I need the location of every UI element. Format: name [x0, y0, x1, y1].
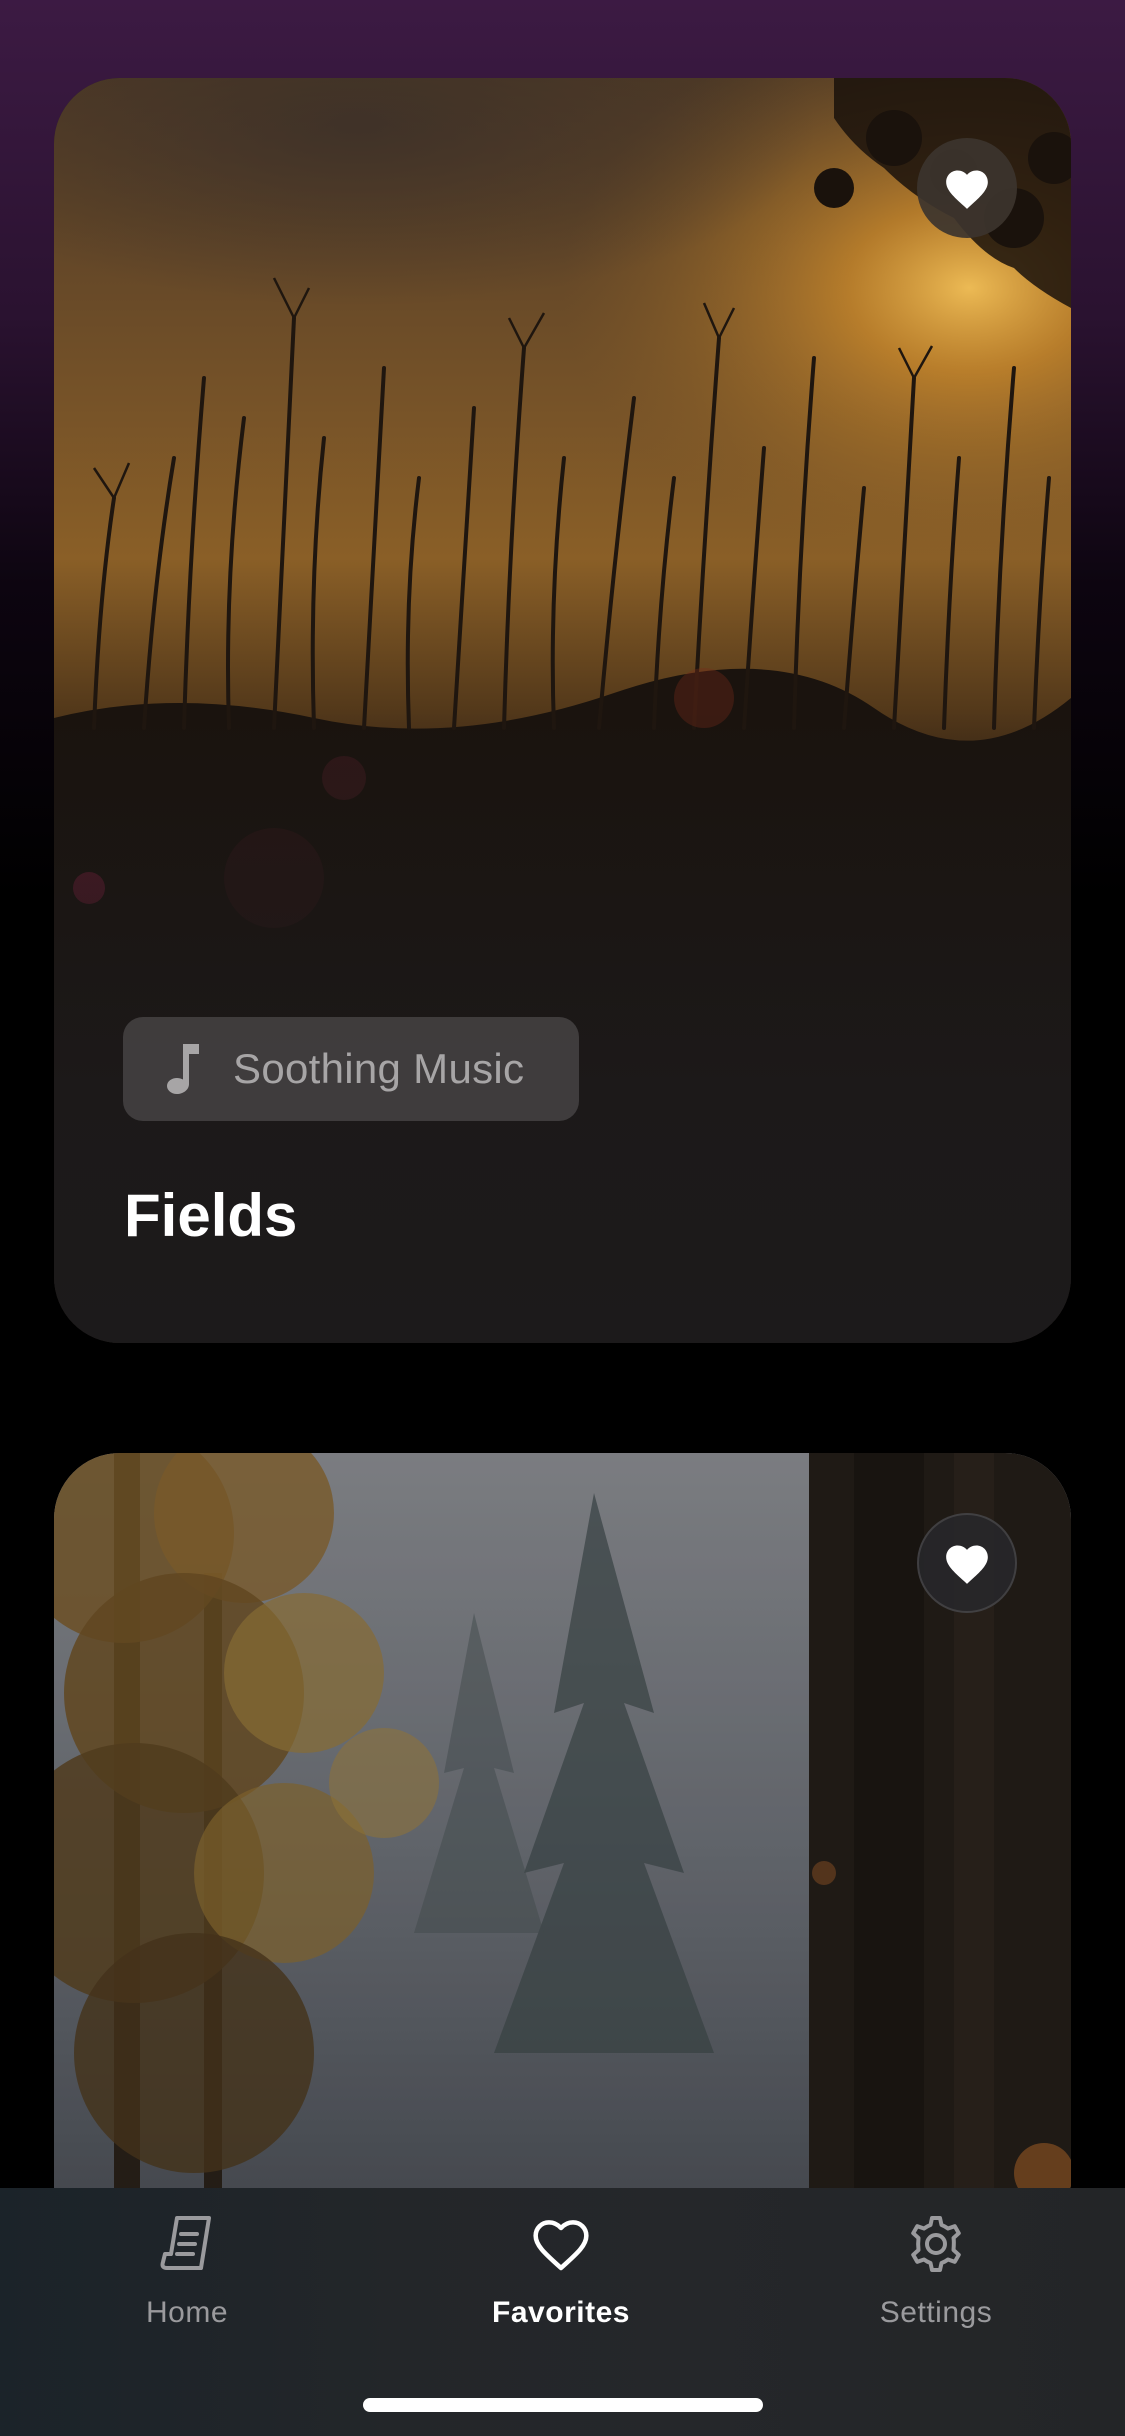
tab-settings-label: Settings — [879, 2296, 993, 2329]
card-image-shade — [54, 78, 1071, 1343]
category-tag: Soothing Music — [123, 1017, 579, 1121]
favorite-button[interactable] — [917, 1513, 1017, 1613]
tab-favorites-label: Favorites — [492, 2296, 630, 2329]
tab-home-label: Home — [145, 2296, 229, 2329]
heart-outline-icon — [533, 2220, 589, 2271]
tab-favorites[interactable]: Favorites — [441, 2212, 681, 2362]
sound-card-forest[interactable] — [54, 1453, 1071, 2253]
favorite-button[interactable] — [917, 138, 1017, 238]
tab-settings[interactable]: Settings — [816, 2212, 1056, 2362]
heart-filled-icon — [946, 170, 988, 209]
sound-card-fields[interactable]: Soothing Music Fields — [54, 78, 1071, 1343]
journal-icon — [160, 2216, 211, 2270]
home-indicator[interactable] — [363, 2398, 763, 2412]
tab-home[interactable]: Home — [67, 2212, 307, 2362]
heart-filled-icon — [946, 1545, 988, 1584]
gear-icon — [911, 2216, 961, 2272]
card-title: Fields — [124, 1182, 298, 1249]
category-tag-label: Soothing Music — [233, 1045, 525, 1092]
music-note-icon — [163, 1042, 203, 1096]
